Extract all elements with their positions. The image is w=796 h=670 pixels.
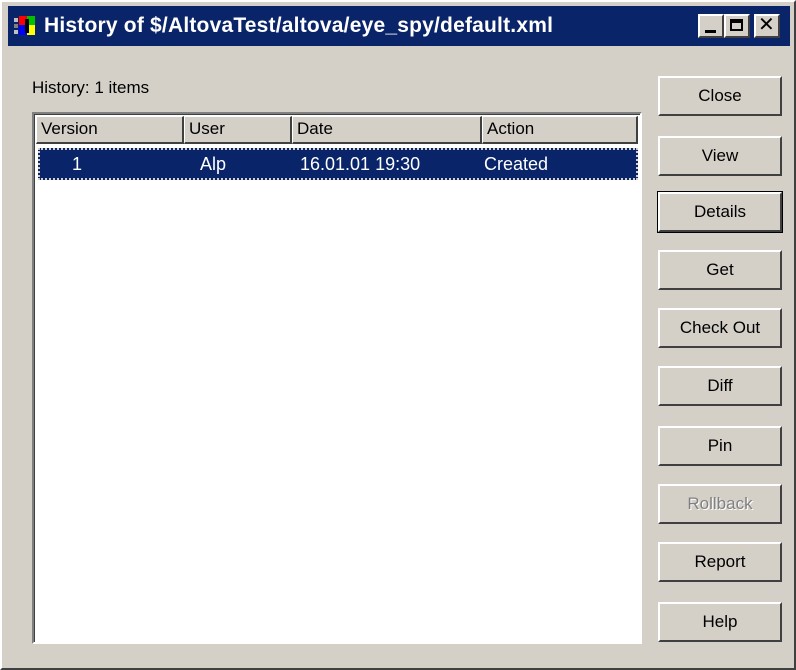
maximize-button[interactable] [724, 14, 750, 38]
window-title: History of $/AltovaTest/altova/eye_spy/d… [44, 14, 554, 37]
get-button[interactable]: Get [658, 250, 782, 290]
close-button[interactable]: Close [658, 76, 782, 116]
cell-user: Alp [200, 154, 227, 174]
close-window-button[interactable]: ✕ [754, 14, 780, 38]
title-bar[interactable]: History of $/AltovaTest/altova/eye_spy/d… [8, 6, 790, 46]
view-button[interactable]: View [658, 136, 782, 176]
rollback-button[interactable]: Rollback [658, 484, 782, 524]
minimize-button[interactable] [698, 14, 724, 38]
vss-app-icon[interactable] [14, 16, 38, 36]
cell-date: 16.01.01 19:30 [300, 154, 421, 174]
maximize-icon [730, 19, 743, 31]
cell-version: 1 [72, 154, 83, 174]
list-header: Version User Date Action [36, 116, 640, 144]
minimize-icon [705, 30, 716, 33]
close-icon: ✕ [758, 14, 775, 36]
history-list[interactable]: Version User Date Action 1 Alp 16.01.01 … [32, 112, 642, 644]
column-header-date[interactable]: Date [292, 116, 482, 144]
help-button[interactable]: Help [658, 602, 782, 642]
report-button[interactable]: Report [658, 542, 782, 582]
pin-button[interactable]: Pin [658, 426, 782, 466]
cell-action: Created [484, 154, 549, 174]
check-out-button[interactable]: Check Out [658, 308, 782, 348]
column-header-version[interactable]: Version [36, 116, 184, 144]
diff-button[interactable]: Diff [658, 366, 782, 406]
history-count-label: History: 1 items [32, 78, 150, 97]
details-button[interactable]: Details [657, 191, 783, 233]
history-dialog: History of $/AltovaTest/altova/eye_spy/d… [0, 0, 796, 670]
column-header-user[interactable]: User [184, 116, 292, 144]
list-item[interactable]: 1 Alp 16.01.01 19:30 Created [38, 148, 638, 180]
column-header-action[interactable]: Action [482, 116, 638, 144]
